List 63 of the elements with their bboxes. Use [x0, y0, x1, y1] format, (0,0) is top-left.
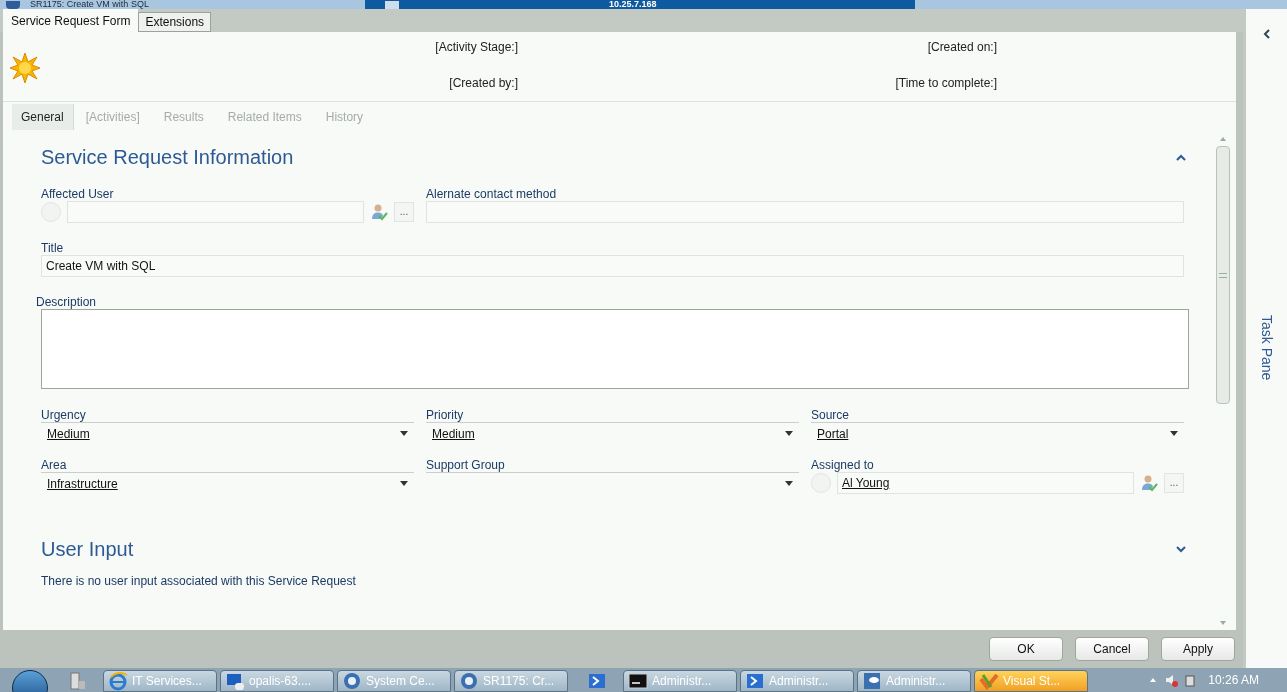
form-tab[interactable]: Service Request Form	[3, 9, 139, 32]
caret-icon[interactable]	[1170, 431, 1178, 436]
cloud-icon	[862, 671, 882, 691]
dialog-button[interactable]: OK	[989, 637, 1063, 661]
field-label: Description	[36, 295, 98, 309]
clock: 10:26 AM	[1208, 672, 1259, 689]
star-icon	[9, 52, 41, 84]
window-title: SR1175: Create VM with SQL	[30, 0, 149, 9]
user-field[interactable]: Al Young	[837, 472, 1134, 494]
expand-icon[interactable]	[1176, 545, 1186, 553]
field-label: Title	[41, 241, 65, 255]
field-label: Source	[811, 408, 851, 422]
scroll-up-icon[interactable]	[1219, 136, 1227, 142]
section-title: Service Request Information	[41, 145, 294, 170]
scrollbar[interactable]	[1214, 136, 1232, 626]
header-field: [Time to complete:]	[895, 74, 997, 92]
field-label: Assigned to	[811, 458, 875, 472]
field-label: Affected User	[41, 187, 115, 201]
browse-button[interactable]: ...	[1164, 473, 1184, 493]
header-field: [Created on:]	[927, 38, 997, 56]
task-pane-label[interactable]: Task Pane	[1256, 315, 1277, 381]
collapse-icon[interactable]	[1176, 153, 1186, 161]
check-user-icon[interactable]	[370, 203, 388, 221]
section-title: User Input	[41, 537, 134, 562]
user-field[interactable]	[67, 201, 364, 223]
text-field[interactable]: Create VM with SQL	[41, 255, 1184, 277]
shell-icon	[587, 671, 607, 691]
dialog-button[interactable]: Apply	[1161, 637, 1235, 661]
field-label: Alernate contact method	[426, 187, 558, 201]
browser-icon	[108, 671, 128, 691]
check-user-icon[interactable]	[1140, 474, 1158, 492]
caret-icon[interactable]	[400, 481, 408, 486]
remote-address: 10.25.7.168	[609, 0, 657, 9]
field-label: Priority	[426, 408, 465, 422]
text-field[interactable]	[426, 201, 1184, 223]
computer-icon	[225, 671, 245, 691]
header-field: [Created by:]	[449, 74, 518, 92]
studio-icon	[979, 671, 999, 691]
form-tab[interactable]: Extensions	[138, 12, 212, 32]
caret-icon[interactable]	[400, 431, 408, 436]
expand-pane-icon[interactable]	[1262, 29, 1271, 39]
console-icon	[459, 671, 479, 691]
dropdown[interactable]: Medium	[41, 422, 414, 444]
console-icon	[342, 671, 362, 691]
browse-button[interactable]: ...	[394, 202, 414, 222]
field-label: Urgency	[41, 408, 87, 422]
header-field: [Activity Stage:]	[435, 38, 518, 56]
caret-icon[interactable]	[785, 431, 793, 436]
terminal-icon	[628, 671, 648, 691]
dropdown[interactable]: Infrastructure	[41, 472, 414, 494]
tab[interactable]: General	[12, 104, 74, 130]
server-icon	[67, 671, 87, 691]
shell-icon	[745, 671, 765, 691]
description-field[interactable]	[41, 309, 1189, 389]
app-icon	[6, 1, 20, 9]
caret-icon[interactable]	[785, 481, 793, 486]
dropdown[interactable]: Portal	[811, 422, 1184, 444]
field-label: Area	[41, 458, 68, 472]
scroll-down-icon[interactable]	[1219, 620, 1227, 626]
dialog-button[interactable]: Cancel	[1075, 637, 1149, 661]
dropdown[interactable]: Medium	[426, 422, 799, 444]
info-message: There is no user input associated with this Service Request	[41, 573, 357, 590]
field-label: Support Group	[426, 458, 506, 472]
